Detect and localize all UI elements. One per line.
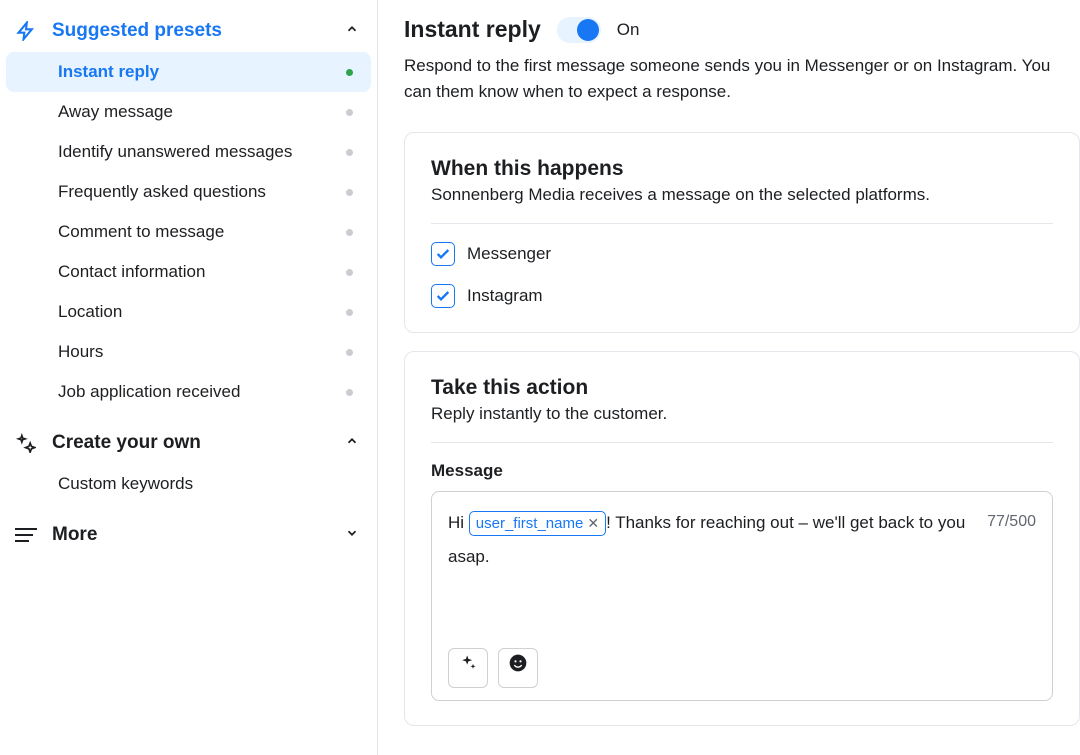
status-dot (346, 269, 353, 276)
chevron-up-icon (345, 22, 359, 41)
message-textarea[interactable]: 77/500 Hi user_first_name✕! Thanks for r… (431, 491, 1053, 701)
when-subtitle: Sonnenberg Media receives a message on t… (431, 185, 1053, 205)
action-subtitle: Reply instantly to the customer. (431, 404, 1053, 424)
char-count: 77/500 (987, 506, 1036, 538)
instant-reply-toggle[interactable] (557, 17, 601, 43)
sidebar-section-suggested[interactable]: Suggested presets (0, 10, 377, 52)
status-dot (346, 389, 353, 396)
sidebar-section-title: More (52, 524, 331, 546)
emoji-button[interactable] (498, 648, 538, 688)
platform-row-instagram[interactable]: Instagram (431, 284, 1053, 308)
sidebar-item-custom-keywords[interactable]: Custom keywords (6, 464, 371, 504)
page-description: Respond to the first message someone sen… (404, 53, 1080, 104)
sidebar-section-title: Create your own (52, 432, 331, 454)
divider (431, 223, 1053, 224)
menu-icon (14, 528, 38, 542)
header-row: Instant reply On (404, 16, 1080, 43)
personalization-token[interactable]: user_first_name✕ (469, 511, 606, 536)
sparkle-icon (14, 433, 38, 453)
chevron-up-icon (345, 434, 359, 453)
status-dot (346, 149, 353, 156)
status-dot (346, 69, 353, 76)
sidebar-item-location[interactable]: Location (6, 292, 371, 332)
chevron-down-icon (345, 526, 359, 545)
platform-row-messenger[interactable]: Messenger (431, 242, 1053, 266)
lightning-icon (14, 21, 38, 41)
platform-label: Instagram (467, 286, 543, 306)
sparkle-icon (458, 651, 478, 685)
toggle-state: On (617, 20, 640, 40)
page-title: Instant reply (404, 16, 541, 43)
action-title: Take this action (431, 376, 1053, 400)
status-dot (346, 109, 353, 116)
sidebar: Suggested presets Instant reply Away mes… (0, 0, 378, 755)
toggle-knob (577, 19, 599, 41)
when-title: When this happens (431, 157, 1053, 181)
sidebar-item-faq[interactable]: Frequently asked questions (6, 172, 371, 212)
sidebar-item-contact-information[interactable]: Contact information (6, 252, 371, 292)
when-card: When this happens Sonnenberg Media recei… (404, 132, 1080, 333)
sidebar-item-comment-to-message[interactable]: Comment to message (6, 212, 371, 252)
remove-token-icon[interactable]: ✕ (587, 515, 599, 531)
message-label: Message (431, 461, 1053, 481)
message-tools (448, 648, 538, 688)
emoji-icon (508, 651, 528, 685)
sidebar-item-identify-unanswered[interactable]: Identify unanswered messages (6, 132, 371, 172)
sidebar-item-instant-reply[interactable]: Instant reply (6, 52, 371, 92)
sidebar-item-away-message[interactable]: Away message (6, 92, 371, 132)
sidebar-item-job-application[interactable]: Job application received (6, 372, 371, 412)
sidebar-item-hours[interactable]: Hours (6, 332, 371, 372)
status-dot (346, 189, 353, 196)
main-content: Instant reply On Respond to the first me… (378, 0, 1080, 755)
status-dot (346, 309, 353, 316)
message-text: Hi user_first_name✕! Thanks for reaching… (448, 506, 968, 574)
sidebar-section-create[interactable]: Create your own (0, 422, 377, 464)
platform-label: Messenger (467, 244, 551, 264)
status-dot (346, 229, 353, 236)
sidebar-section-title: Suggested presets (52, 20, 331, 42)
checkbox-checked-icon (431, 242, 455, 266)
divider (431, 442, 1053, 443)
checkbox-checked-icon (431, 284, 455, 308)
status-dot (346, 349, 353, 356)
personalize-button[interactable] (448, 648, 488, 688)
sidebar-section-more[interactable]: More (0, 514, 377, 556)
action-card: Take this action Reply instantly to the … (404, 351, 1080, 726)
